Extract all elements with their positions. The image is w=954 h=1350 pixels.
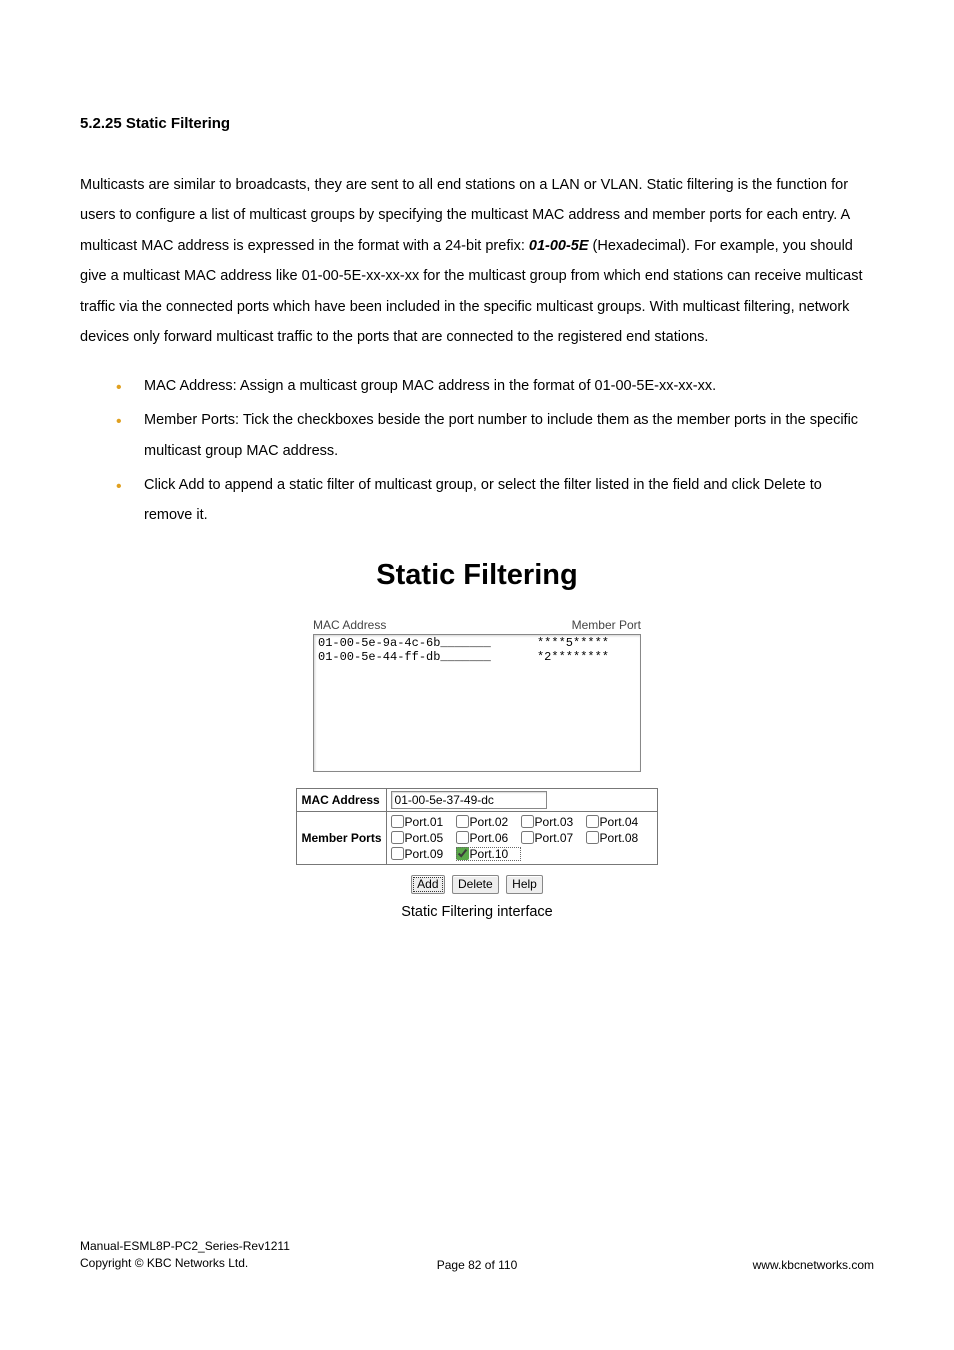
port-label: Port.07 <box>535 831 574 845</box>
list-item[interactable]: 01-00-5e-9a-4c-6b_______ ****5***** <box>318 636 636 650</box>
port-checkbox-item[interactable]: Port.09 <box>391 847 456 861</box>
footer-manual: Manual-ESML8P-PC2_Series-Rev1211 <box>80 1238 290 1255</box>
port-checkbox[interactable] <box>456 815 469 828</box>
port-checkbox[interactable] <box>391 815 404 828</box>
section-heading: 5.2.25 Static Filtering <box>80 115 874 132</box>
port-checkbox[interactable] <box>391 847 404 860</box>
port-label: Port.01 <box>405 815 444 829</box>
port-label: Port.02 <box>470 815 509 829</box>
port-checkbox[interactable] <box>586 815 599 828</box>
port-label: Port.10 <box>470 847 509 861</box>
help-button[interactable]: Help <box>506 875 543 894</box>
button-row: Add Delete Help <box>296 875 657 894</box>
figure-title: Static Filtering <box>80 559 874 592</box>
mac-address-label: MAC Address <box>297 788 386 811</box>
bullet-list: MAC Address: Assign a multicast group MA… <box>116 371 874 531</box>
page-footer: Manual-ESML8P-PC2_Series-Rev1211 Copyrig… <box>80 1238 874 1272</box>
figure: Static Filtering MAC Address Member Port… <box>80 559 874 920</box>
port-label: Port.06 <box>470 831 509 845</box>
port-label: Port.05 <box>405 831 444 845</box>
listbox-headers: MAC Address Member Port <box>313 618 641 632</box>
col-mac: MAC Address <box>313 618 386 632</box>
member-ports-label: Member Ports <box>297 811 386 864</box>
list-mac: 01-00-5e-9a-4c-6b_______ <box>318 636 510 650</box>
figure-caption: Static Filtering interface <box>296 904 657 920</box>
section-title: Static Filtering <box>126 115 230 132</box>
bullet-item: Member Ports: Tick the checkboxes beside… <box>116 405 874 466</box>
mac-prefix: 01-00-5E <box>529 238 589 254</box>
list-item[interactable]: 01-00-5e-44-ff-db_______ *2******** <box>318 650 636 664</box>
port-checkbox-item[interactable]: Port.01 <box>391 815 456 829</box>
list-mac: 01-00-5e-44-ff-db_______ <box>318 650 510 664</box>
delete-button[interactable]: Delete <box>452 875 499 894</box>
body-paragraph: Multicasts are similar to broadcasts, th… <box>80 170 874 353</box>
list-member-port: *2******** <box>510 650 636 664</box>
bullet-text: Click Add to append a static filter of m… <box>144 477 822 523</box>
port-checkbox[interactable] <box>456 847 469 860</box>
add-button[interactable]: Add <box>411 875 444 894</box>
port-checkbox-item[interactable]: Port.10 <box>456 847 521 861</box>
form-table: MAC Address Member Ports Port.01Port.02P… <box>296 788 657 865</box>
port-checkbox-item[interactable]: Port.02 <box>456 815 521 829</box>
section-number: 5.2.25 <box>80 115 122 132</box>
port-checkbox-item[interactable]: Port.06 <box>456 831 521 845</box>
port-label: Port.03 <box>535 815 574 829</box>
port-checkbox-item[interactable]: Port.07 <box>521 831 586 845</box>
port-label: Port.09 <box>405 847 444 861</box>
footer-page: Page 82 of 110 <box>80 1258 874 1272</box>
member-ports-cell: Port.01 Port.02 Port.03 Port.04 Port.05 Port.… <box>386 811 657 864</box>
port-checkbox-item[interactable]: Port.04 <box>586 815 651 829</box>
mac-address-cell <box>386 788 657 811</box>
port-checkbox-item[interactable]: Port.03 <box>521 815 586 829</box>
col-member: Member Port <box>572 618 641 632</box>
bullet-item: Click Add to append a static filter of m… <box>116 470 874 531</box>
bullet-item: MAC Address: Assign a multicast group MA… <box>116 371 874 401</box>
port-checkbox[interactable] <box>391 831 404 844</box>
filter-listbox[interactable]: 01-00-5e-9a-4c-6b_______ ****5***** 01-0… <box>313 634 641 772</box>
port-checkbox[interactable] <box>521 831 534 844</box>
port-checkbox-item[interactable]: Port.05 <box>391 831 456 845</box>
bullet-text: Member Ports: Tick the checkboxes beside… <box>144 412 858 458</box>
port-checkbox[interactable] <box>456 831 469 844</box>
port-checkbox-item[interactable]: Port.08 <box>586 831 651 845</box>
port-label: Port.08 <box>600 831 639 845</box>
list-member-port: ****5***** <box>510 636 636 650</box>
port-checkbox[interactable] <box>521 815 534 828</box>
bullet-text: MAC Address: Assign a multicast group MA… <box>144 378 716 394</box>
mac-address-input[interactable] <box>391 791 547 809</box>
port-checkbox[interactable] <box>586 831 599 844</box>
port-label: Port.04 <box>600 815 639 829</box>
